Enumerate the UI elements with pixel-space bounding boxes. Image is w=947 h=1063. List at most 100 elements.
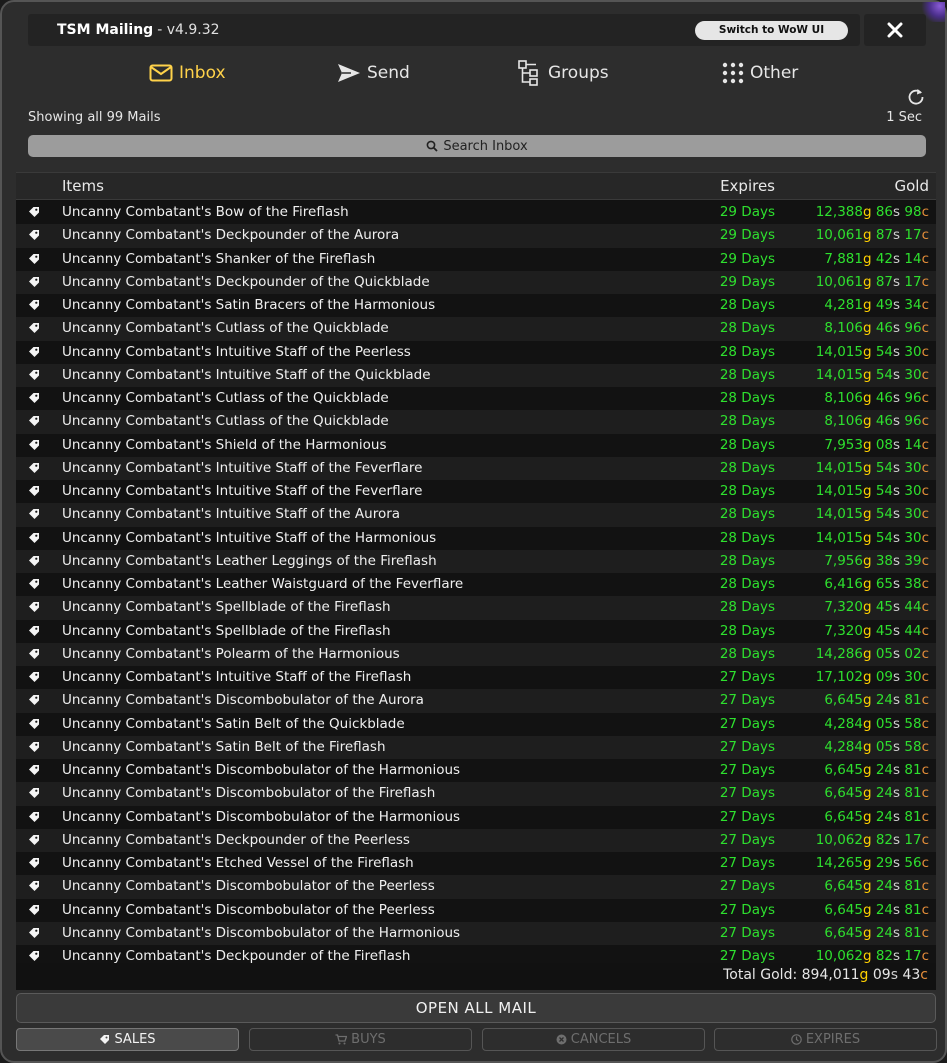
item-name[interactable]: Uncanny Combatant's Discombobulator of t… <box>62 902 435 918</box>
item-name[interactable]: Uncanny Combatant's Deckpounder of the Q… <box>62 274 430 290</box>
item-name[interactable]: Uncanny Combatant's Etched Vessel of the… <box>62 855 414 871</box>
table-row[interactable]: Uncanny Combatant's Intuitive Staff of t… <box>16 526 936 550</box>
table-row[interactable]: Uncanny Combatant's Intuitive Staff of t… <box>16 340 936 364</box>
item-name[interactable]: Uncanny Combatant's Deckpounder of the A… <box>62 227 399 243</box>
item-name[interactable]: Uncanny Combatant's Satin Belt of the Fi… <box>62 739 386 755</box>
item-name[interactable]: Uncanny Combatant's Intuitive Staff of t… <box>62 483 422 499</box>
filter-buys-button[interactable]: BUYS <box>249 1028 472 1051</box>
open-all-mail-button[interactable]: OPEN ALL MAIL <box>16 993 936 1023</box>
table-row[interactable]: Uncanny Combatant's Deckpounder of the A… <box>16 224 936 248</box>
table-row[interactable]: Uncanny Combatant's Discombobulator of t… <box>16 805 936 829</box>
table-row[interactable]: Uncanny Combatant's Satin Belt of the Fi… <box>16 735 936 759</box>
switch-to-wow-ui-button[interactable]: Switch to WoW UI <box>695 21 848 40</box>
table-row[interactable]: Uncanny Combatant's Satin Belt of the Qu… <box>16 712 936 736</box>
item-name[interactable]: Uncanny Combatant's Discombobulator of t… <box>62 809 460 825</box>
table-row[interactable]: Uncanny Combatant's Discombobulator of t… <box>16 689 936 713</box>
table-row[interactable]: Uncanny Combatant's Shanker of the Firef… <box>16 247 936 271</box>
table-row[interactable]: Uncanny Combatant's Etched Vessel of the… <box>16 852 936 876</box>
copper-unit: c <box>921 645 929 662</box>
item-name[interactable]: Uncanny Combatant's Intuitive Staff of t… <box>62 460 422 476</box>
tab-send[interactable]: Send <box>337 58 410 88</box>
item-name[interactable]: Uncanny Combatant's Shanker of the Firef… <box>62 251 375 267</box>
table-row[interactable]: Uncanny Combatant's Discombobulator of t… <box>16 921 936 945</box>
table-row[interactable]: Uncanny Combatant's Discombobulator of t… <box>16 898 936 922</box>
item-name[interactable]: Uncanny Combatant's Deckpounder of the P… <box>62 832 410 848</box>
table-row[interactable]: Uncanny Combatant's Discombobulator of t… <box>16 759 936 783</box>
item-name[interactable]: Uncanny Combatant's Leather Leggings of … <box>62 553 437 569</box>
search-inbox-input[interactable]: Search Inbox <box>28 135 926 157</box>
copper-value: 14 <box>904 250 922 267</box>
item-expires: 28 Days <box>719 506 775 523</box>
table-row[interactable]: Uncanny Combatant's Cutlass of the Quick… <box>16 410 936 434</box>
item-name[interactable]: Uncanny Combatant's Intuitive Staff of t… <box>62 530 436 546</box>
column-header-gold[interactable]: Gold <box>895 177 930 195</box>
tab-groups[interactable]: Groups <box>518 58 609 88</box>
table-row[interactable]: Uncanny Combatant's Satin Bracers of the… <box>16 294 936 318</box>
table-row[interactable]: Uncanny Combatant's Intuitive Staff of t… <box>16 456 936 480</box>
item-name[interactable]: Uncanny Combatant's Intuitive Staff of t… <box>62 344 411 360</box>
item-name[interactable]: Uncanny Combatant's Bow of the Fireflash <box>62 204 349 220</box>
table-row[interactable]: Uncanny Combatant's Leather Waistguard o… <box>16 573 936 597</box>
table-row[interactable]: Uncanny Combatant's Bow of the Fireflash… <box>16 201 936 225</box>
copper-value: 17 <box>904 831 922 848</box>
item-name[interactable]: Uncanny Combatant's Polearm of the Harmo… <box>62 646 400 662</box>
item-name[interactable]: Uncanny Combatant's Cutlass of the Quick… <box>62 413 389 429</box>
filter-expires-button[interactable]: EXPIRES <box>714 1028 937 1051</box>
table-row[interactable]: Uncanny Combatant's Discombobulator of t… <box>16 875 936 899</box>
total-gold-value: 894,011 <box>801 967 860 983</box>
item-name[interactable]: Uncanny Combatant's Intuitive Staff of t… <box>62 367 431 383</box>
item-name[interactable]: Uncanny Combatant's Satin Belt of the Qu… <box>62 716 405 732</box>
item-name[interactable]: Uncanny Combatant's Discombobulator of t… <box>62 878 435 894</box>
table-row[interactable]: Uncanny Combatant's Intuitive Staff of t… <box>16 503 936 527</box>
column-header-items[interactable]: Items <box>62 177 104 195</box>
item-name[interactable]: Uncanny Combatant's Cutlass of the Quick… <box>62 320 389 336</box>
column-header-expires[interactable]: Expires <box>720 177 775 195</box>
item-name[interactable]: Uncanny Combatant's Cutlass of the Quick… <box>62 390 389 406</box>
total-gold: Total Gold: 894,011g 09s 43c <box>723 967 928 983</box>
refresh-icon[interactable] <box>907 88 925 106</box>
table-row[interactable]: Uncanny Combatant's Intuitive Staff of t… <box>16 480 936 504</box>
title-bar[interactable]: TSM Mailing - v4.9.32 Switch to WoW UI <box>28 14 860 46</box>
item-name[interactable]: Uncanny Combatant's Deckpounder of the F… <box>62 948 410 963</box>
table-row[interactable]: Uncanny Combatant's Cutlass of the Quick… <box>16 387 936 411</box>
silver-unit: s <box>893 297 901 313</box>
tab-other[interactable]: Other <box>722 58 798 88</box>
table-row[interactable]: Uncanny Combatant's Intuitive Staff of t… <box>16 666 936 690</box>
item-name[interactable]: Uncanny Combatant's Intuitive Staff of t… <box>62 669 411 685</box>
item-name[interactable]: Uncanny Combatant's Intuitive Staff of t… <box>62 506 400 522</box>
tab-inbox[interactable]: Inbox <box>149 58 226 88</box>
item-name[interactable]: Uncanny Combatant's Satin Bracers of the… <box>62 297 435 313</box>
table-row[interactable]: Uncanny Combatant's Discombobulator of t… <box>16 782 936 806</box>
item-expires: 27 Days <box>719 692 775 709</box>
item-tag-icon <box>28 346 40 362</box>
table-row[interactable]: Uncanny Combatant's Intuitive Staff of t… <box>16 363 936 387</box>
item-name[interactable]: Uncanny Combatant's Leather Waistguard o… <box>62 576 463 592</box>
item-name[interactable]: Uncanny Combatant's Discombobulator of t… <box>62 692 424 708</box>
mail-list[interactable]: Uncanny Combatant's Bow of the Fireflash… <box>16 201 936 963</box>
item-name[interactable]: Uncanny Combatant's Shield of the Harmon… <box>62 437 387 453</box>
total-copper-value: 43 <box>902 967 921 983</box>
table-row[interactable]: Uncanny Combatant's Cutlass of the Quick… <box>16 317 936 341</box>
filter-sales-button[interactable]: SALES <box>16 1028 239 1051</box>
item-name[interactable]: Uncanny Combatant's Spellblade of the Fi… <box>62 599 391 615</box>
item-name[interactable]: Uncanny Combatant's Discombobulator of t… <box>62 785 435 801</box>
table-row[interactable]: Uncanny Combatant's Shield of the Harmon… <box>16 433 936 457</box>
table-row[interactable]: Uncanny Combatant's Polearm of the Harmo… <box>16 642 936 666</box>
table-row[interactable]: Uncanny Combatant's Spellblade of the Fi… <box>16 596 936 620</box>
table-row[interactable]: Uncanny Combatant's Deckpounder of the Q… <box>16 270 936 294</box>
table-row[interactable]: Uncanny Combatant's Leather Leggings of … <box>16 549 936 573</box>
copper-value: 14 <box>904 436 922 453</box>
table-row[interactable]: Uncanny Combatant's Deckpounder of the F… <box>16 945 936 963</box>
item-tag-icon <box>28 253 40 269</box>
filter-cancels-button[interactable]: CANCELS <box>482 1028 705 1051</box>
item-name[interactable]: Uncanny Combatant's Spellblade of the Fi… <box>62 623 391 639</box>
gold-unit: g <box>862 599 872 616</box>
table-row[interactable]: Uncanny Combatant's Spellblade of the Fi… <box>16 619 936 643</box>
copper-unit: c <box>921 855 929 871</box>
table-row[interactable]: Uncanny Combatant's Deckpounder of the P… <box>16 828 936 852</box>
item-name[interactable]: Uncanny Combatant's Discombobulator of t… <box>62 762 460 778</box>
close-button[interactable] <box>864 14 926 46</box>
gold-unit: g <box>862 320 872 337</box>
gold-unit: g <box>862 924 872 941</box>
item-name[interactable]: Uncanny Combatant's Discombobulator of t… <box>62 925 460 941</box>
